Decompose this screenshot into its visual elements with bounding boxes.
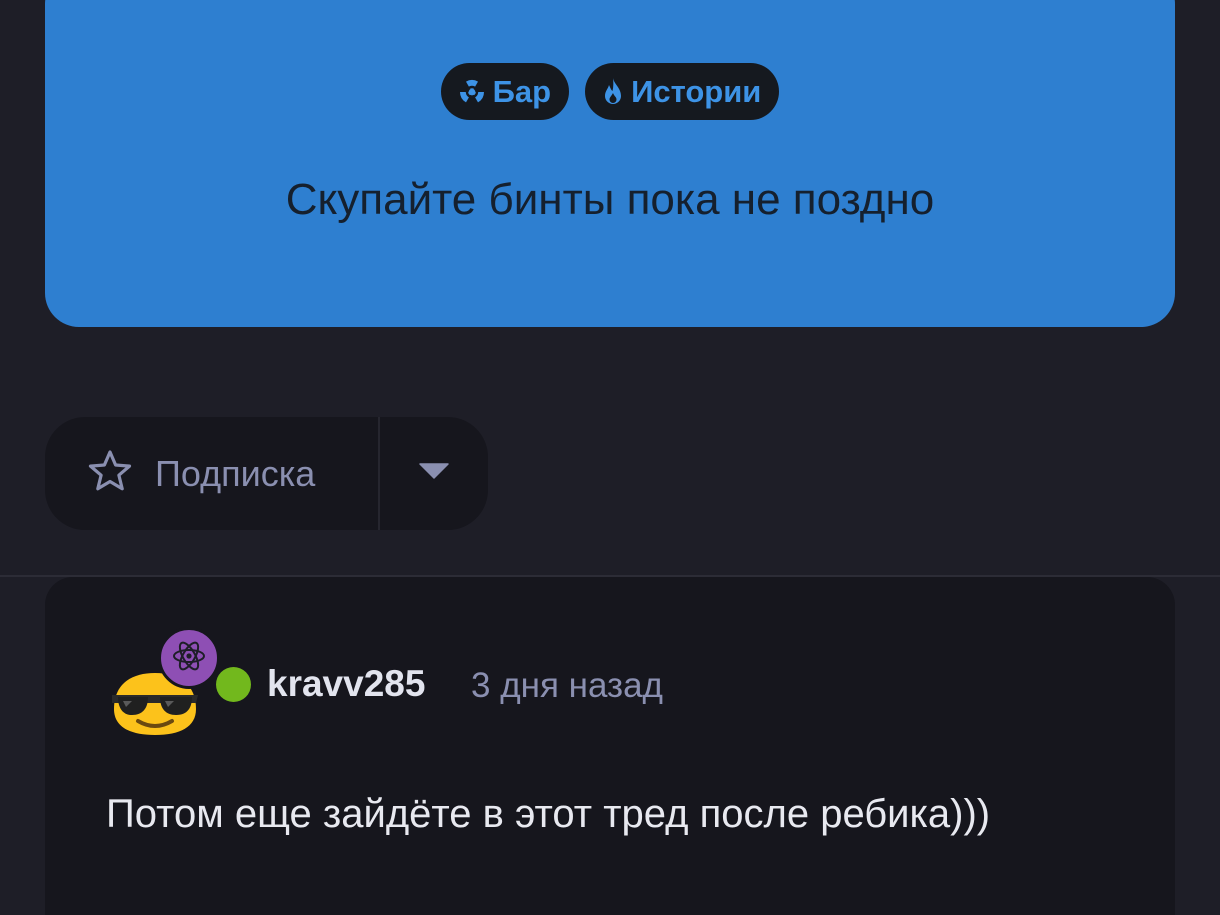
subscribe-dropdown-button[interactable] bbox=[380, 417, 488, 530]
post-tags: Бар Истории bbox=[45, 63, 1175, 120]
tag-label: Истории bbox=[631, 73, 762, 109]
comment-header: kravv285 3 дня назад bbox=[110, 627, 1110, 747]
comment-text: Потом еще зайдёте в этот тред после реби… bbox=[106, 792, 991, 836]
post-card: Бар Истории Скупайте бинты пока не поздн… bbox=[45, 0, 1175, 327]
atom-icon bbox=[171, 638, 207, 679]
subscribe-control: Подписка bbox=[45, 417, 488, 530]
comment-username[interactable]: kravv285 bbox=[267, 663, 425, 705]
page: Бар Истории Скупайте бинты пока не поздн… bbox=[0, 0, 1220, 915]
caret-down-icon bbox=[419, 463, 449, 484]
online-status-dot bbox=[216, 667, 251, 702]
comment-card: kravv285 3 дня назад Потом еще зайдёте в… bbox=[45, 577, 1175, 915]
comment-timestamp: 3 дня назад bbox=[471, 666, 663, 705]
subscribe-label: Подписка bbox=[155, 452, 316, 494]
tag-stories[interactable]: Истории bbox=[585, 63, 780, 120]
atom-badge bbox=[158, 627, 220, 689]
tag-bar[interactable]: Бар bbox=[440, 63, 570, 120]
post-text: Скупайте бинты пока не поздно bbox=[285, 175, 935, 224]
star-outline-icon bbox=[87, 449, 133, 498]
flame-icon bbox=[601, 77, 625, 107]
subscribe-button[interactable]: Подписка bbox=[45, 417, 378, 530]
radiation-icon bbox=[457, 77, 487, 107]
tag-label: Бар bbox=[492, 73, 552, 109]
